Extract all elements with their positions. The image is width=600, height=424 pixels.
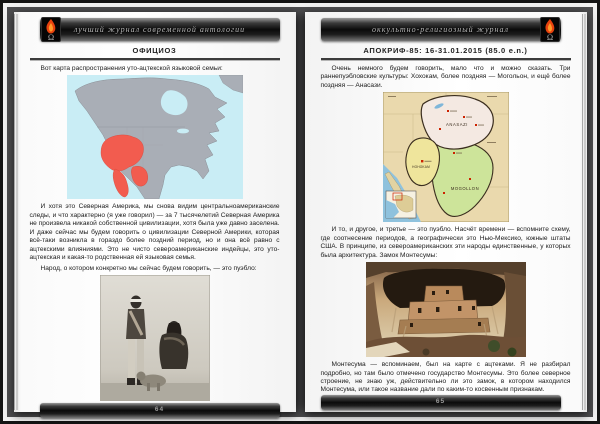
left-band-slogan: лучший журнал современной антологии [74, 26, 245, 34]
right-title-rule [321, 58, 571, 61]
left-paragraph-intro: Вот карта распространения уто-ацтекской … [30, 65, 280, 73]
right-paragraph-montezuma: Монтесума — вспоминаем, был на карте с а… [321, 361, 571, 395]
svg-text:Ω: Ω [47, 32, 53, 41]
left-paragraph-pueblo: Народ, о котором конкретно мы сейчас буд… [30, 265, 280, 273]
left-title-rule [30, 58, 280, 61]
apokrif-flame-logo: Ω [41, 17, 61, 42]
right-header-band: Ω оккультно-религиозный журнал [321, 18, 561, 41]
oasisamerica-map: ANASAZI HOHOKAM MOGOLLON [383, 92, 509, 222]
page-left: Ω лучший журнал современной антологии ОФ… [14, 12, 296, 412]
right-band-slogan: оккультно-религиозный журнал [372, 26, 509, 34]
map-inset [386, 191, 416, 218]
oasisamerica-cultures-map-figure: ANASAZI HOHOKAM MOGOLLON [321, 92, 571, 222]
montezuma-castle-photo [321, 262, 571, 357]
bw-photo [100, 275, 210, 401]
map-label-mogollon: MOGOLLON [450, 186, 478, 191]
cliff-dwelling-photo [366, 262, 526, 357]
left-footer-band: 64 [40, 403, 280, 418]
page-stack-edge-left [14, 14, 19, 410]
book-background: Ω лучший журнал современной антологии ОФ… [7, 7, 593, 417]
uto-aztecan-map-figure [30, 75, 280, 199]
right-paragraph-cultures: Очень немного будем говорить, мало что и… [321, 65, 571, 90]
viewer-frame: Ω лучший журнал современной антологии ОФ… [0, 0, 600, 424]
left-page-number: 64 [155, 407, 164, 414]
left-paragraph-main: И хотя это Северная Америка, мы снова ви… [30, 203, 280, 262]
right-paragraph-pueblo: И то, и другое, и третье — это пуэбло. Н… [321, 226, 571, 260]
apokrif-flame-logo: Ω [540, 17, 560, 42]
flame-icon: Ω [541, 18, 559, 41]
flame-icon: Ω [42, 18, 60, 41]
map-label-anasazi: ANASAZI [445, 122, 467, 127]
north-america-map [67, 75, 243, 199]
right-issue-header: АПОКРИФ-85: 16-31.01.2015 (85.0 e.n.) [321, 45, 571, 57]
right-footer-band: 65 [321, 395, 561, 410]
native-americans-photo [30, 275, 280, 401]
right-page-number: 65 [436, 399, 445, 406]
page-stack-edge-right [582, 14, 587, 410]
svg-text:Ω: Ω [546, 32, 552, 41]
left-section-title: ОФИЦИОЗ [30, 45, 280, 57]
page-right: Ω оккультно-религиозный журнал АПОКРИФ-8… [305, 12, 587, 412]
map-label-hohokam: HOHOKAM [412, 165, 430, 169]
left-header-band: Ω лучший журнал современной антологии [40, 18, 280, 41]
